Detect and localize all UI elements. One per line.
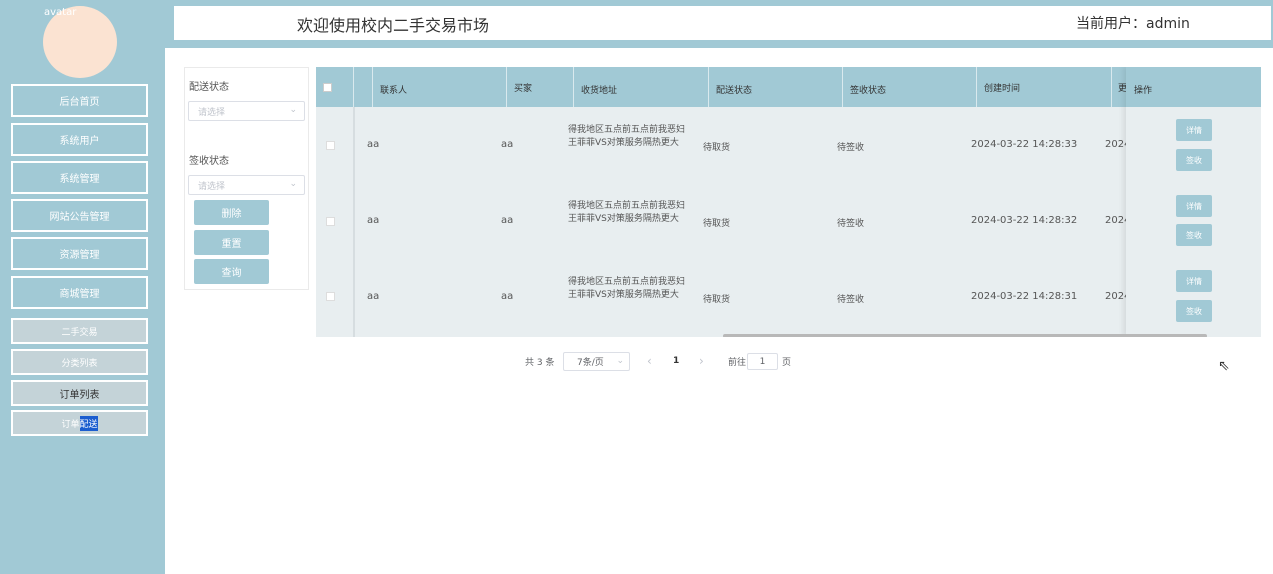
submenu-order-delivery-prefix: 订单 (61, 419, 80, 430)
current-page[interactable]: 1 (673, 352, 679, 370)
sidebar: avatar 后台首页 系统用户 系统管理 网站公告管理 资源管理 商城管理 二… (0, 0, 165, 574)
row3-sign-status: 待签收 (837, 295, 865, 305)
row1-created-time: 2024-03-22 14:28:33 (971, 139, 1078, 150)
query-button[interactable]: 查询 (194, 259, 269, 284)
header-delivery-status: 配送状态 (716, 86, 753, 96)
page-size-value: 7条/页 (577, 358, 604, 368)
row1-address: 得我地区五点前五点前我恶妇王菲菲VS对策服务隔热更大 (568, 125, 686, 148)
row3-sign-button[interactable]: 签收 (1176, 300, 1212, 322)
row3-buyer: aa (501, 291, 514, 302)
operations-column: 操作 详情 签收 详情 签收 详情 签收 (1126, 67, 1261, 337)
fixed-left-shadow (353, 107, 355, 337)
chevron-down-icon: ⌄ (616, 356, 624, 366)
row-checkbox[interactable] (326, 141, 335, 150)
menu-resources[interactable]: 资源管理 (11, 237, 148, 270)
delivery-status-label: 配送状态 (189, 82, 229, 93)
chevron-down-icon: ⌄ (289, 105, 297, 115)
current-user: 当前用户：admin (1076, 16, 1190, 32)
chevron-down-icon: ⌄ (289, 179, 297, 189)
header-buyer: 买家 (514, 84, 533, 94)
row3-created-time: 2024-03-22 14:28:31 (971, 291, 1078, 302)
submenu-orders[interactable]: 订单列表 (11, 380, 148, 406)
row3-contact: aa (367, 291, 380, 302)
sign-status-label: 签收状态 (189, 156, 229, 167)
row2-created-time: 2024-03-22 14:28:32 (971, 215, 1078, 226)
pagination-total: 共 3 条 (525, 357, 555, 368)
sign-status-placeholder: 请选择 (198, 181, 226, 192)
row2-address: 得我地区五点前五点前我恶妇王菲菲VS对策服务隔热更大 (568, 201, 686, 224)
row2-sign-button[interactable]: 签收 (1176, 224, 1212, 246)
delivery-status-placeholder: 请选择 (198, 107, 226, 118)
horizontal-scrollbar[interactable] (723, 334, 1207, 337)
row2-delivery-status: 待取货 (703, 219, 731, 229)
delete-button[interactable]: 删除 (194, 200, 269, 225)
sign-status-select[interactable]: 请选择 ⌄ (188, 175, 305, 195)
select-all-checkbox[interactable] (323, 83, 332, 92)
menu-mall[interactable]: 商城管理 (11, 276, 148, 309)
page-title: 欢迎使用校内二手交易市场 (297, 16, 490, 35)
goto-suffix: 页 (782, 357, 792, 368)
row2-buyer: aa (501, 215, 514, 226)
row1-buyer: aa (501, 139, 514, 150)
goto-page-input[interactable]: 1 (747, 353, 778, 370)
submenu-secondhand[interactable]: 二手交易 (11, 318, 148, 344)
operations-header: 操作 (1126, 67, 1261, 107)
avatar-alt-text: avatar (44, 7, 77, 18)
row1-detail-button[interactable]: 详情 (1176, 119, 1212, 141)
header-address: 收货地址 (581, 86, 618, 96)
menu-announcements[interactable]: 网站公告管理 (11, 199, 148, 232)
mouse-cursor-icon: ⇖ (1218, 358, 1230, 374)
row1-sign-button[interactable]: 签收 (1176, 149, 1212, 171)
menu-system-users[interactable]: 系统用户 (11, 123, 148, 156)
row1-contact: aa (367, 139, 380, 150)
menu-system-management[interactable]: 系统管理 (11, 161, 148, 194)
row2-sign-status: 待签收 (837, 219, 865, 229)
table-header: 联系人 买家 收货地址 配送状态 签收状态 创建时间 更 (316, 67, 1261, 107)
row3-detail-button[interactable]: 详情 (1176, 270, 1212, 292)
row3-delivery-status: 待取货 (703, 295, 731, 305)
row-checkbox[interactable] (326, 217, 335, 226)
next-page-button[interactable]: › (699, 352, 704, 370)
submenu-order-delivery[interactable]: 订单 配送 (11, 410, 148, 436)
page-size-select[interactable]: 7条/页 ⌄ (563, 352, 630, 371)
row1-delivery-status: 待取货 (703, 143, 731, 153)
orders-table: 联系人 买家 收货地址 配送状态 签收状态 创建时间 更 aa aa 得我地区五… (316, 67, 1261, 337)
row3-address: 得我地区五点前五点前我恶妇王菲菲VS对策服务隔热更大 (568, 277, 686, 300)
row2-detail-button[interactable]: 详情 (1176, 195, 1212, 217)
submenu-categories[interactable]: 分类列表 (11, 349, 148, 375)
menu-home[interactable]: 后台首页 (11, 84, 148, 117)
header-operations: 操作 (1134, 86, 1153, 96)
delivery-status-select[interactable]: 请选择 ⌄ (188, 101, 305, 121)
row1-sign-status: 待签收 (837, 143, 865, 153)
header-created-time: 创建时间 (984, 84, 1021, 94)
header-contact: 联系人 (380, 86, 408, 96)
prev-page-button[interactable]: ‹ (647, 352, 652, 370)
submenu-order-delivery-highlight: 配送 (79, 415, 98, 431)
reset-button[interactable]: 重置 (194, 230, 269, 255)
goto-prefix: 前往 (728, 357, 747, 368)
header-sign-status: 签收状态 (850, 86, 887, 96)
row2-contact: aa (367, 215, 380, 226)
row-checkbox[interactable] (326, 292, 335, 301)
